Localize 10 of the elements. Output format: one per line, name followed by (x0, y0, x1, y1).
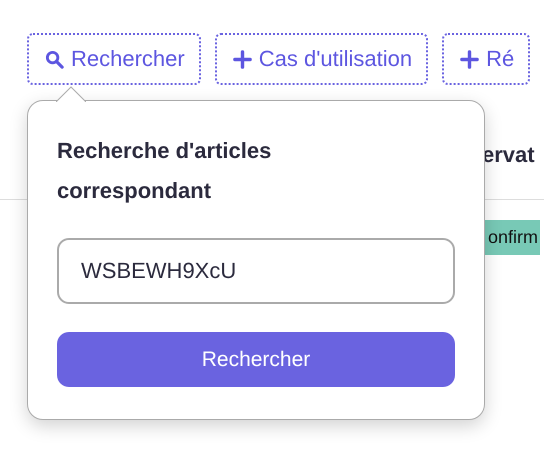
popover-title: Recherche d'articles correspondant (57, 137, 272, 205)
plus-icon (460, 50, 480, 68)
add-button[interactable]: Cas d'utilisation (214, 33, 428, 85)
search-submit-button[interactable]: Rechercher (57, 332, 455, 387)
add-button[interactable]: Ré (442, 33, 530, 85)
search-icon (45, 50, 64, 68)
search-field[interactable]: WSBEWH9XcU (57, 238, 455, 304)
plus-icon (232, 50, 252, 68)
status-badge: onfirm (485, 220, 540, 255)
column-header: ervat (482, 142, 535, 168)
